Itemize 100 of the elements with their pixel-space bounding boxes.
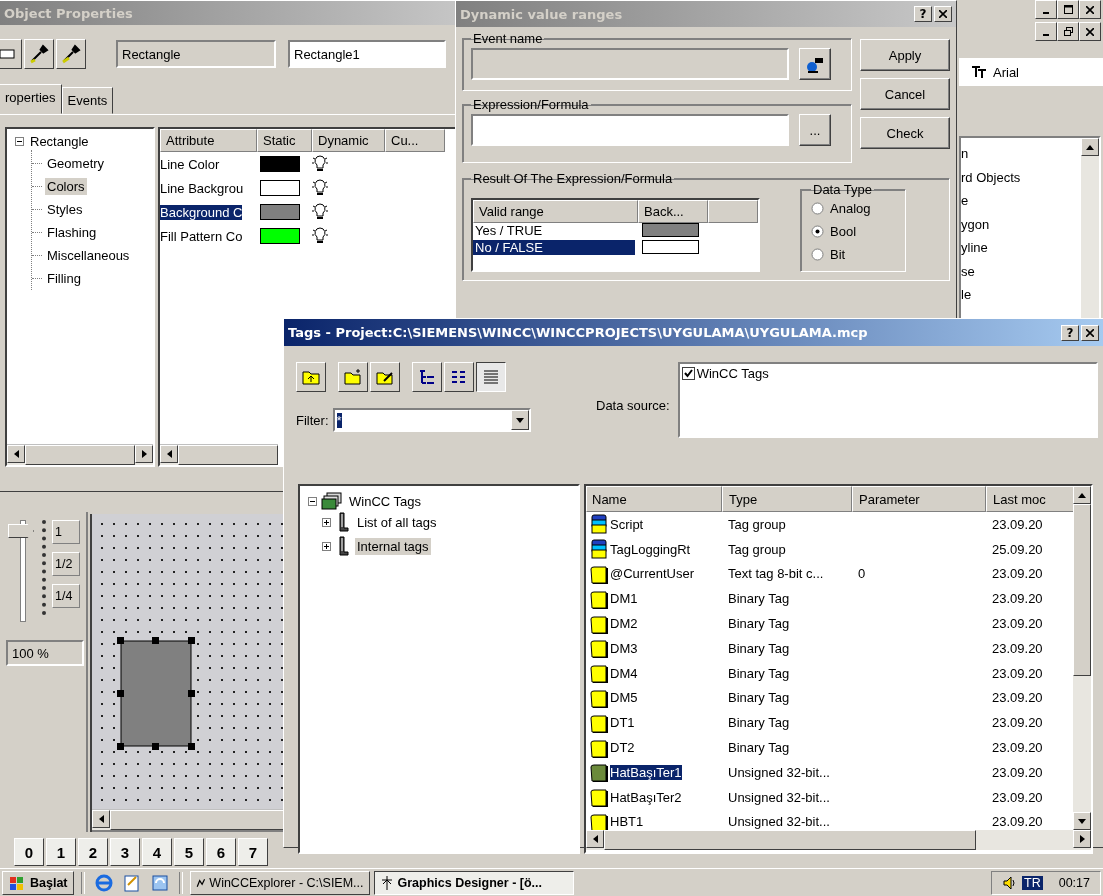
tree-item[interactable]: Filling — [45, 270, 83, 287]
tree-view-button[interactable] — [412, 362, 442, 392]
tag-name[interactable]: Script — [610, 516, 644, 532]
list-item[interactable]: se — [961, 259, 1081, 283]
eyedropper-button[interactable] — [56, 39, 86, 69]
tag-name[interactable]: HatBaşıTer2 — [610, 789, 682, 805]
filter-combo[interactable]: * — [332, 408, 531, 432]
collapse-icon[interactable] — [15, 134, 24, 149]
browser-icon[interactable] — [93, 872, 114, 893]
lightbulb-icon[interactable] — [312, 179, 328, 197]
layer-button[interactable]: 1 — [46, 838, 76, 866]
notepad-icon[interactable] — [121, 872, 142, 893]
tag-name[interactable]: HatBaşıTer1 — [610, 764, 682, 780]
toolbar-button[interactable] — [0, 39, 22, 69]
tag-name[interactable]: @CurrentUser — [610, 566, 694, 582]
column-header[interactable]: Dynamic — [312, 129, 385, 152]
object-name-field[interactable]: Rectangle1 — [288, 40, 446, 68]
scroll-up-button[interactable] — [1073, 486, 1091, 504]
zoom-button[interactable]: 1 — [52, 520, 80, 544]
tag-name[interactable]: DM2 — [610, 616, 638, 632]
speaker-icon[interactable] — [1002, 874, 1018, 891]
object-type-field[interactable]: Rectangle — [116, 40, 276, 68]
tag-name[interactable]: DT2 — [610, 740, 635, 756]
layer-button[interactable]: 6 — [206, 838, 236, 866]
vertical-scrollbar[interactable] — [1081, 138, 1099, 318]
column-header[interactable]: Static — [257, 129, 312, 152]
close-button[interactable] — [1081, 324, 1099, 341]
horizontal-scrollbar[interactable] — [160, 444, 278, 465]
color-swatch[interactable] — [642, 240, 699, 254]
table-cell[interactable]: No / FALSE — [473, 240, 635, 255]
font-field[interactable]: Arial — [959, 58, 1103, 86]
table-cell[interactable]: Yes / TRUE — [473, 223, 635, 238]
checkbox[interactable] — [681, 367, 695, 380]
horizontal-scrollbar[interactable] — [92, 809, 286, 832]
color-swatch[interactable] — [642, 223, 699, 237]
scroll-right-button[interactable] — [135, 445, 153, 463]
list-item[interactable]: rd Objects — [961, 165, 1081, 189]
scroll-left-button[interactable] — [586, 830, 604, 848]
layer-button[interactable]: 0 — [14, 838, 44, 866]
tag-name[interactable]: HBT1 — [610, 814, 644, 830]
tree-item[interactable]: Rectangle — [28, 133, 91, 150]
details-view-button[interactable] — [476, 362, 506, 392]
new-folder-button[interactable] — [338, 362, 368, 392]
list-item[interactable]: n — [961, 142, 1081, 166]
scroll-left-button[interactable] — [7, 445, 25, 463]
tag-name[interactable]: TagLoggingRt — [610, 541, 691, 557]
tree-item[interactable]: Internal tags — [355, 537, 431, 555]
lightbulb-icon[interactable] — [312, 203, 328, 221]
help-button[interactable]: ? — [1061, 324, 1079, 341]
dialog-button[interactable]: Check — [860, 117, 950, 149]
maximize-button[interactable] — [1057, 0, 1079, 19]
scroll-right-button[interactable] — [1073, 830, 1091, 848]
color-swatch[interactable] — [260, 156, 300, 172]
vertical-scrollbar[interactable] — [1073, 486, 1091, 830]
rectangle-object[interactable] — [116, 636, 196, 751]
radio-button[interactable] — [811, 248, 824, 261]
layer-button[interactable]: 3 — [110, 838, 140, 866]
taskbar-button[interactable]: WinCCExplorer - C:\SIEM... — [189, 870, 370, 895]
layer-button[interactable]: 5 — [174, 838, 204, 866]
refresh-icon[interactable] — [149, 872, 170, 893]
tree-item[interactable]: Styles — [45, 201, 85, 218]
table-cell[interactable]: Line Color — [160, 156, 220, 172]
browse-button[interactable]: ... — [799, 114, 831, 146]
list-view-button[interactable] — [444, 362, 474, 392]
radio-button[interactable] — [811, 225, 824, 238]
tree-item[interactable]: List of all tags — [355, 513, 439, 531]
minimize-button[interactable] — [1035, 22, 1057, 41]
scroll-left-button[interactable] — [92, 810, 110, 828]
tag-browse-button[interactable] — [799, 48, 831, 80]
color-swatch[interactable] — [260, 228, 300, 244]
column-header[interactable]: Parameter — [852, 486, 986, 512]
taskbar-button[interactable]: Graphics Designer - [ö... — [373, 870, 574, 895]
scroll-left-button[interactable] — [160, 445, 178, 463]
column-header[interactable]: Cu... — [385, 129, 445, 152]
scrollbar-thumb[interactable] — [604, 830, 976, 850]
tree-item[interactable]: Flashing — [45, 224, 99, 241]
language-indicator[interactable]: TR — [1022, 875, 1043, 890]
scrollbar-thumb[interactable] — [25, 445, 135, 465]
layer-button[interactable]: 4 — [142, 838, 172, 866]
horizontal-scrollbar[interactable] — [7, 444, 153, 465]
close-button[interactable] — [1079, 0, 1101, 19]
zoom-button[interactable]: 1/2 — [52, 552, 80, 576]
slider-thumb[interactable] — [8, 524, 34, 538]
scroll-up-button[interactable] — [1081, 138, 1099, 156]
layer-button[interactable]: 7 — [238, 838, 268, 866]
tree-item[interactable]: Miscellaneous — [45, 247, 132, 264]
layer-button[interactable]: 2 — [78, 838, 108, 866]
table-cell[interactable]: Background C — [160, 204, 243, 220]
dialog-button[interactable]: Cancel — [860, 78, 950, 110]
tree-item[interactable]: WinCC Tags — [347, 492, 423, 510]
list-item[interactable]: le — [961, 283, 1081, 307]
scroll-down-button[interactable] — [1073, 812, 1091, 830]
table-cell[interactable]: Fill Pattern Co — [160, 228, 243, 244]
tree-item[interactable]: Colors — [45, 178, 87, 195]
table-cell[interactable]: Line Backgrou — [160, 180, 244, 196]
expand-icon[interactable] — [322, 541, 331, 551]
folder-up-button[interactable] — [296, 362, 326, 392]
tree-item[interactable]: Geometry — [45, 155, 107, 172]
event-name-field[interactable] — [471, 48, 789, 80]
minimize-button[interactable] — [1035, 0, 1057, 19]
